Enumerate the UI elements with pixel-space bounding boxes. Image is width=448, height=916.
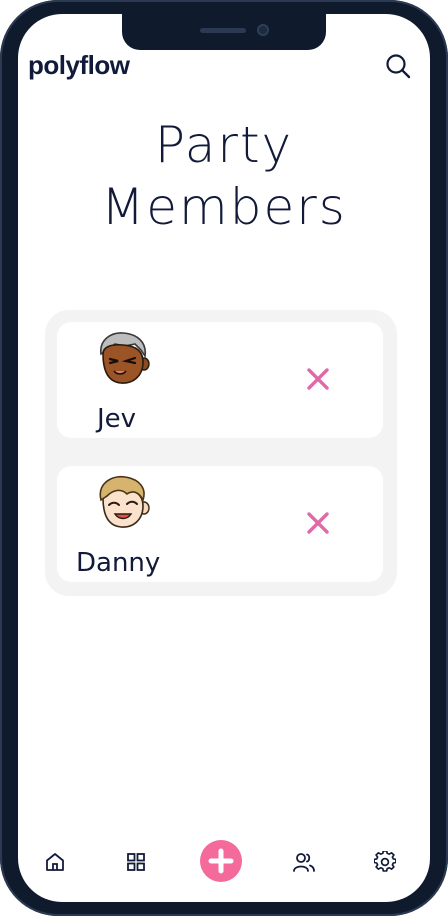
plus-icon: [208, 848, 234, 874]
jev-avatar: [100, 332, 150, 384]
grid-icon: [127, 853, 145, 871]
page-title: Party Members: [18, 114, 430, 238]
member-name: Danny: [76, 548, 161, 578]
remove-member-button[interactable]: [303, 364, 333, 394]
page-title-line-2: Members: [101, 178, 347, 236]
party-members-list: Jev Danny: [45, 310, 397, 596]
device-notch: [122, 14, 326, 50]
speaker-grille: [200, 28, 246, 33]
nav-settings[interactable]: [369, 846, 401, 878]
member-card: Jev: [57, 322, 383, 438]
page-title-line-1: Party: [154, 116, 294, 174]
settings-icon: [374, 851, 396, 872]
search-icon: [386, 54, 411, 79]
users-icon: [293, 853, 315, 872]
front-camera: [257, 24, 269, 36]
bottom-nav: [18, 840, 430, 884]
danny-avatar: [99, 475, 150, 528]
close-icon: [307, 368, 329, 390]
remove-member-button[interactable]: [303, 508, 333, 538]
nav-grid[interactable]: [120, 846, 152, 878]
search-button[interactable]: [384, 52, 412, 80]
member-name: Jev: [97, 404, 137, 434]
nav-home[interactable]: [39, 846, 71, 878]
close-icon: [307, 512, 329, 534]
nav-add-button[interactable]: [200, 840, 242, 882]
nav-members[interactable]: [288, 846, 320, 878]
member-card: Danny: [57, 466, 383, 582]
home-icon: [46, 853, 64, 871]
brand-logo: polyflow: [28, 50, 130, 80]
phone-frame: polyflow Party Members Jev Danny: [0, 0, 448, 916]
app-screen: polyflow Party Members Jev Danny: [18, 14, 430, 902]
